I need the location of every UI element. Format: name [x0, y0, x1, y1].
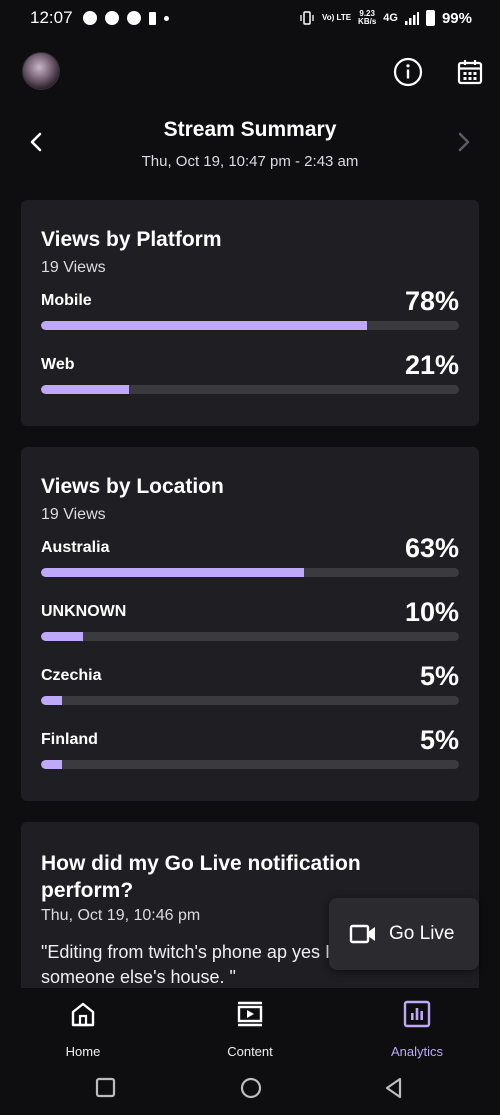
- video-camera-icon: [349, 924, 375, 944]
- nav-content[interactable]: Content: [195, 998, 305, 1059]
- bottom-navigation: Home Content Analytics: [0, 988, 500, 1060]
- views-by-location-card: Views by Location 19 Views Australia 63%…: [21, 447, 479, 801]
- next-stream-button[interactable]: [452, 128, 476, 156]
- home-system-button[interactable]: [239, 1076, 263, 1100]
- recents-icon: [95, 1077, 116, 1098]
- info-icon: [393, 57, 423, 87]
- progress-track: [41, 568, 459, 577]
- nav-home[interactable]: Home: [28, 998, 138, 1059]
- row-percent: 10%: [404, 597, 459, 627]
- progress-track: [41, 632, 459, 641]
- battery-icon: [425, 10, 435, 26]
- row-percent: 63%: [404, 533, 459, 563]
- row-label: Australia: [41, 539, 110, 556]
- progress-track: [41, 321, 459, 330]
- row-percent: 5%: [419, 725, 459, 755]
- info-button[interactable]: [392, 56, 424, 88]
- location-row-australia: Australia 63%: [41, 533, 459, 599]
- battery-percent: 99%: [441, 9, 472, 27]
- row-label: Mobile: [41, 292, 92, 309]
- row-percent: 78%: [404, 286, 459, 316]
- status-notification-icons: [82, 11, 169, 25]
- status-time: 12:07: [30, 8, 73, 27]
- stream-date-range: Thu, Oct 19, 10:47 pm - 2:43 am: [141, 153, 359, 170]
- progress-fill: [41, 696, 62, 705]
- progress-track: [41, 760, 459, 769]
- platform-row-mobile: Mobile 78%: [41, 286, 459, 352]
- row-label: UNKNOWN: [41, 603, 127, 620]
- row-label: Web: [41, 356, 75, 373]
- row-label: Finland: [41, 731, 98, 748]
- progress-track: [41, 696, 459, 705]
- progress-fill: [41, 760, 62, 769]
- progress-fill: [41, 632, 83, 641]
- status-system-icons: Vo) LTE 9.23 KB/s 4G 99%: [299, 10, 472, 27]
- more-notifications-icon: [163, 15, 169, 21]
- network-speed-unit: KB/s: [358, 17, 377, 26]
- volte-indicator: Vo) LTE: [322, 13, 352, 22]
- nav-analytics[interactable]: Analytics: [362, 998, 472, 1059]
- go-live-label: Go Live: [389, 923, 455, 944]
- progress-fill: [41, 385, 129, 394]
- progress-track: [41, 385, 459, 394]
- card-title: Views by Platform: [41, 228, 222, 251]
- notification-date: Thu, Oct 19, 10:46 pm: [41, 907, 201, 924]
- signal-icon: [404, 11, 419, 25]
- battery-alert-icon: [148, 11, 156, 25]
- row-percent: 21%: [404, 350, 459, 380]
- analytics-icon: [403, 1000, 431, 1028]
- row-label: Czechia: [41, 667, 102, 684]
- calendar-icon: [457, 60, 483, 85]
- home-circle-icon: [240, 1077, 262, 1099]
- card-title: How did my Go Live notification perform?: [41, 852, 361, 902]
- recents-button[interactable]: [94, 1076, 118, 1100]
- back-button[interactable]: [382, 1076, 406, 1100]
- location-row-finland: Finland 5%: [41, 725, 459, 791]
- location-row-czechia: Czechia 5%: [41, 661, 459, 727]
- vibrate-icon: [300, 11, 314, 25]
- nav-content-label: Content: [227, 1044, 273, 1059]
- location-row-unknown: UNKNOWN 10%: [41, 597, 459, 663]
- avatar[interactable]: [22, 52, 60, 90]
- go-live-button[interactable]: Go Live: [329, 898, 479, 970]
- xbox-icon: [82, 11, 97, 25]
- status-bar: 12:07 Vo) LTE 9.23 KB/s 4G 99%: [0, 0, 500, 36]
- content-icon: [237, 1001, 263, 1027]
- network-speed: 9.23 KB/s: [358, 10, 376, 26]
- facebook-icon: [104, 11, 119, 25]
- network-type: 4G: [383, 12, 398, 24]
- home-icon: [71, 1002, 95, 1027]
- calendar-button[interactable]: [454, 56, 486, 88]
- view-count: 19 Views: [41, 259, 106, 276]
- nav-analytics-label: Analytics: [390, 1044, 444, 1059]
- row-percent: 5%: [419, 661, 459, 691]
- view-count: 19 Views: [41, 506, 106, 523]
- views-by-platform-card: Views by Platform 19 Views Mobile 78% We…: [21, 200, 479, 426]
- facebook-icon: [126, 11, 141, 25]
- nav-home-label: Home: [65, 1044, 101, 1059]
- chevron-right-icon: [458, 132, 470, 152]
- progress-fill: [41, 568, 305, 577]
- progress-fill: [41, 321, 368, 330]
- card-title: Views by Location: [41, 475, 224, 498]
- page-title: Stream Summary: [163, 118, 337, 141]
- back-triangle-icon: [385, 1077, 402, 1099]
- system-navigation-bar: [0, 1062, 500, 1115]
- platform-row-web: Web 21%: [41, 350, 459, 416]
